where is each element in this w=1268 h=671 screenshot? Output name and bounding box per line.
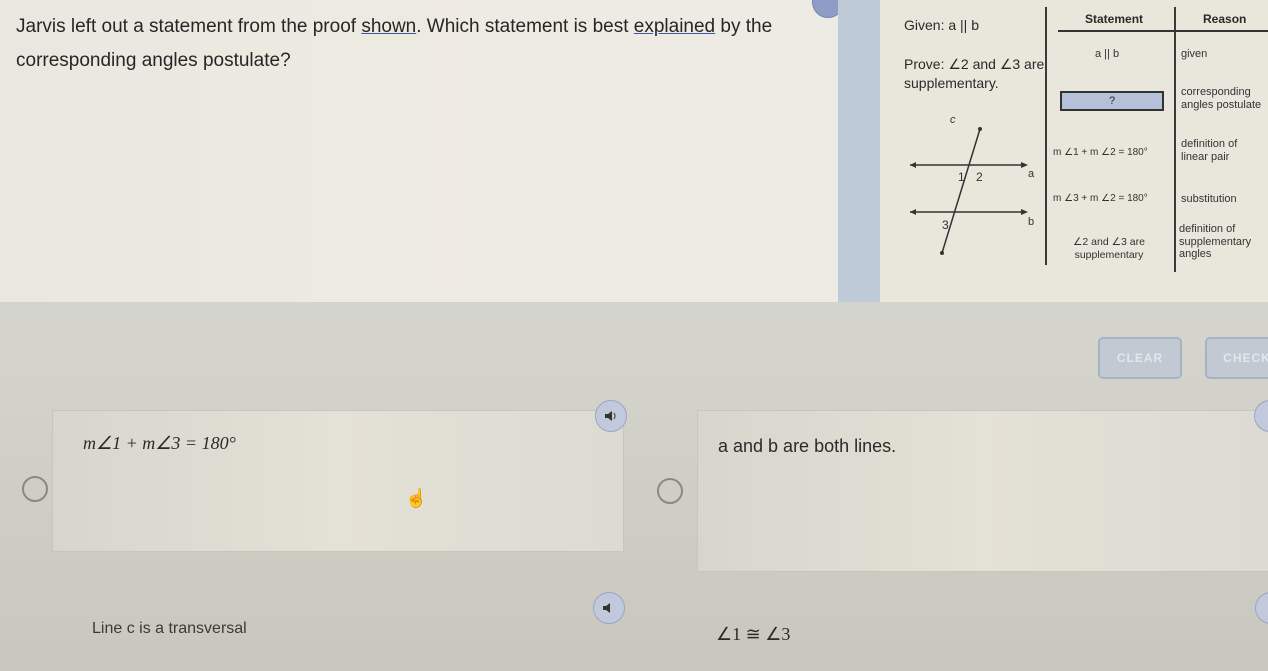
arrow-left-b xyxy=(910,209,916,215)
arrow-right-a xyxy=(1021,162,1028,168)
panel-divider xyxy=(838,0,880,302)
statement-1: a || b xyxy=(1095,48,1120,60)
answer-choice-2[interactable]: a and b are both lines. xyxy=(697,410,1268,572)
choice-3-text[interactable]: Line c is a transversal xyxy=(92,620,247,638)
choice-2-radio[interactable] xyxy=(657,478,683,504)
point xyxy=(978,127,982,131)
table-header-rule xyxy=(1058,30,1268,32)
label-angle-2: 2 xyxy=(976,170,983,184)
explained-link[interactable]: explained xyxy=(634,16,715,37)
label-a: a xyxy=(1028,168,1035,180)
proof-table: Statement Reason a || b given ? correspo… xyxy=(1045,0,1268,302)
reason-4: substitution xyxy=(1181,193,1237,205)
question-part: . Which statement is best xyxy=(416,16,634,37)
choice-4-text[interactable]: ∠1 ≅ ∠3 xyxy=(716,624,790,645)
clear-button[interactable]: CLEAR xyxy=(1098,337,1182,379)
question-text: Jarvis left out a statement from the pro… xyxy=(16,10,816,78)
speaker-icon[interactable] xyxy=(595,400,627,432)
question-part: Jarvis left out a statement from the pro… xyxy=(16,16,362,37)
transversal-c xyxy=(941,128,981,254)
label-b: b xyxy=(1028,216,1034,228)
shown-link[interactable]: shown xyxy=(361,16,416,37)
answer-choice-1[interactable]: m∠1 + m∠3 = 180° xyxy=(52,410,624,552)
prove-text: Prove: ∠2 and ∠3 are supplementary. xyxy=(904,56,1045,91)
speaker-icon[interactable] xyxy=(1255,592,1268,624)
speaker-icon[interactable] xyxy=(593,592,625,624)
missing-statement-box: ? xyxy=(1060,91,1164,111)
point xyxy=(940,251,944,255)
check-button[interactable]: CHECK xyxy=(1205,337,1268,379)
statement-5: ∠2 and ∠3 are supplementary xyxy=(1073,236,1145,261)
proof-card: Given: a || b Prove: ∠2 and ∠3 are suppl… xyxy=(880,0,1268,302)
given-text: Given: a || b xyxy=(904,17,979,33)
statement-3: m ∠1 + m ∠2 = 180° xyxy=(1053,147,1148,158)
table-divider xyxy=(1174,7,1176,272)
question-card: Jarvis left out a statement from the pro… xyxy=(0,0,844,302)
reason-1: given xyxy=(1181,48,1208,60)
header-statement: Statement xyxy=(1085,12,1144,26)
parallel-lines-diagram: c a b 1 2 3 xyxy=(910,114,1035,255)
label-c: c xyxy=(950,114,956,126)
reason-5: definition of supplementary angles xyxy=(1179,223,1252,260)
reason-3: definition of linear pair xyxy=(1181,138,1238,163)
label-angle-3: 3 xyxy=(942,218,949,232)
choice-2-text: a and b are both lines. xyxy=(718,436,897,456)
arrow-left-a xyxy=(910,162,916,168)
header-reason: Reason xyxy=(1203,12,1247,26)
reason-2: corresponding angles postulate xyxy=(1181,86,1262,111)
choice-1-radio[interactable] xyxy=(22,476,48,502)
statement-4: m ∠3 + m ∠2 = 180° xyxy=(1053,193,1148,204)
table-divider xyxy=(1045,7,1047,265)
hand-cursor-icon: ☝ xyxy=(405,488,428,508)
label-angle-1: 1 xyxy=(958,170,965,184)
arrow-right-b xyxy=(1021,209,1028,215)
choice-1-text: m∠1 + m∠3 = 180° xyxy=(83,433,236,453)
